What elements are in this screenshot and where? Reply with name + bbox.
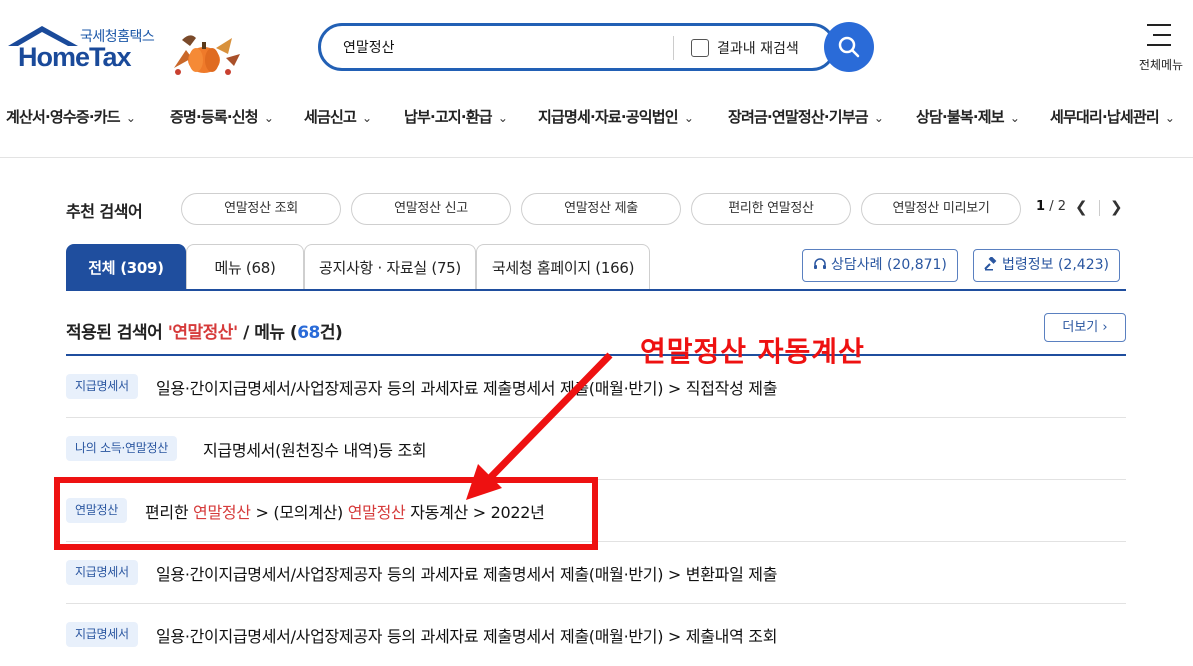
all-menu-label: 전체메뉴 bbox=[1138, 58, 1184, 72]
result-row[interactable]: 나의 소득·연말정산 지급명세서(원천징수 내역)등 조회 bbox=[66, 418, 1126, 480]
result-link[interactable]: 일용·간이지급명세서/사업장제공자 등의 과세자료 제출명세서 제출(매월·반기… bbox=[156, 375, 777, 399]
chevron-down-icon: ⌄ bbox=[1164, 111, 1175, 125]
gnb-certificate-registration[interactable]: 증명·등록·신청 ⌄ bbox=[170, 106, 274, 127]
result-row[interactable]: 지급명세서 일용·간이지급명세서/사업장제공자 등의 과세자료 제출명세서 제출… bbox=[66, 356, 1126, 418]
hamburger-icon bbox=[1147, 24, 1171, 54]
more-label: 더보기 bbox=[1062, 320, 1099, 335]
gnb-label: 계산서·영수증·카드 bbox=[6, 108, 121, 126]
gnb-invoice-receipt-card[interactable]: 계산서·영수증·카드 ⌄ bbox=[6, 106, 136, 127]
research-in-results-checkbox[interactable] bbox=[691, 39, 709, 57]
search-input[interactable] bbox=[341, 36, 661, 58]
chevron-down-icon: ⌄ bbox=[873, 111, 884, 125]
tab-underline bbox=[66, 289, 1126, 291]
chevron-down-icon: ⌄ bbox=[1009, 111, 1020, 125]
results-heading: 적용된 검색어 '연말정산' / 메뉴 (68건) bbox=[66, 318, 343, 343]
recommended-keyword[interactable]: 연말정산 미리보기 bbox=[861, 193, 1021, 225]
tab-nts-homepage[interactable]: 국세청 홈페이지 (166) bbox=[476, 244, 650, 290]
counsel-cases-label: 상담사례 (20,871) bbox=[831, 257, 947, 273]
annotation-highlight-box bbox=[54, 477, 598, 550]
gnb-tax-filing[interactable]: 세금신고 ⌄ bbox=[304, 106, 372, 127]
recommended-keyword[interactable]: 연말정산 조회 bbox=[181, 193, 341, 225]
gnb-label: 상담·불복·제보 bbox=[916, 108, 1005, 126]
result-link[interactable]: 지급명세서(원천징수 내역)등 조회 bbox=[203, 437, 427, 461]
search-divider bbox=[673, 36, 674, 60]
gnb-label: 증명·등록·신청 bbox=[170, 108, 259, 126]
gnb-payment-statement[interactable]: 지급명세·자료·공익법인 ⌄ bbox=[538, 106, 694, 127]
autumn-pumpkin-decoration bbox=[174, 35, 240, 75]
result-link[interactable]: 일용·간이지급명세서/사업장제공자 등의 과세자료 제출명세서 제출(매월·반기… bbox=[156, 561, 777, 585]
results-heading-keyword: '연말정산' bbox=[167, 323, 238, 343]
results-heading-suffix: 건) bbox=[319, 323, 343, 343]
chevron-down-icon: ⌄ bbox=[263, 111, 274, 125]
chevron-down-icon: ⌄ bbox=[497, 111, 508, 125]
law-info-label: 법령정보 (2,423) bbox=[1002, 257, 1109, 273]
pager-total: / 2 bbox=[1049, 199, 1066, 214]
results-heading-count: 68 bbox=[297, 323, 320, 343]
gnb-label: 장려금·연말정산·기부금 bbox=[728, 108, 869, 126]
result-category-tag: 지급명세서 bbox=[66, 560, 138, 585]
recommended-pager: 1 / 2 bbox=[1036, 199, 1066, 214]
result-category-tag: 지급명세서 bbox=[66, 374, 138, 399]
pager-current: 1 bbox=[1036, 199, 1046, 214]
annotation-label: 연말정산 자동계산 bbox=[640, 335, 865, 368]
gnb-label: 납부·고지·환급 bbox=[404, 108, 493, 126]
tab-all[interactable]: 전체 (309) bbox=[66, 244, 186, 290]
chevron-left-icon[interactable]: ❮ bbox=[1075, 198, 1088, 216]
gnb-incentive-yearend[interactable]: 장려금·연말정산·기부금 ⌄ bbox=[728, 106, 884, 127]
result-row[interactable]: 지급명세서 일용·간이지급명세서/사업장제공자 등의 과세자료 제출명세서 제출… bbox=[66, 604, 1126, 666]
more-button[interactable]: 더보기 › bbox=[1044, 313, 1126, 342]
gnb-label: 세무대리·납세관리 bbox=[1050, 108, 1160, 126]
gnb-payment-refund[interactable]: 납부·고지·환급 ⌄ bbox=[404, 106, 508, 127]
result-link[interactable]: 일용·간이지급명세서/사업장제공자 등의 과세자료 제출명세서 제출(매월·반기… bbox=[156, 623, 777, 647]
result-category-tag: 지급명세서 bbox=[66, 622, 138, 647]
chevron-down-icon: ⌄ bbox=[125, 111, 136, 125]
gnb-label: 지급명세·자료·공익법인 bbox=[538, 108, 679, 126]
counsel-cases-button[interactable]: 상담사례 (20,871) bbox=[802, 249, 958, 282]
headset-icon bbox=[814, 258, 826, 269]
gnb-label: 세금신고 bbox=[304, 108, 357, 126]
hometax-logo[interactable]: 국세청홈택스 HomeTax bbox=[6, 24, 166, 74]
result-row[interactable]: 지급명세서 일용·간이지급명세서/사업장제공자 등의 과세자료 제출명세서 제출… bbox=[66, 542, 1126, 604]
chevron-down-icon: ⌄ bbox=[683, 111, 694, 125]
result-category-tag: 나의 소득·연말정산 bbox=[66, 436, 177, 461]
search-icon bbox=[838, 36, 860, 58]
recommended-keyword[interactable]: 연말정산 제출 bbox=[521, 193, 681, 225]
pager-divider bbox=[1099, 200, 1100, 216]
chevron-right-icon[interactable]: ❯ bbox=[1110, 198, 1123, 216]
tab-notice-library[interactable]: 공지사항 · 자료실 (75) bbox=[304, 244, 476, 290]
logo-title: HomeTax bbox=[18, 42, 132, 72]
global-nav: 계산서·영수증·카드 ⌄ 증명·등록·신청 ⌄ 세금신고 ⌄ 납부·고지·환급 ⌄ 지급… bbox=[0, 98, 1193, 134]
results-heading-prefix: 적용된 검색어 bbox=[66, 323, 168, 343]
tab-menu[interactable]: 메뉴 (68) bbox=[186, 244, 304, 290]
gnb-consult-appeal[interactable]: 상담·불복·제보 ⌄ bbox=[916, 106, 1020, 127]
results-heading-middle: / 메뉴 ( bbox=[237, 323, 298, 343]
search-button[interactable] bbox=[824, 22, 874, 72]
recommended-title: 추천 검색어 bbox=[66, 202, 143, 221]
gnb-tax-agent[interactable]: 세무대리·납세관리 ⌄ bbox=[1050, 106, 1175, 127]
gavel-icon bbox=[984, 256, 997, 271]
search-box: 결과내 재검색 bbox=[318, 23, 836, 71]
all-menu-button[interactable]: 전체메뉴 bbox=[1133, 22, 1189, 74]
law-info-button[interactable]: 법령정보 (2,423) bbox=[973, 249, 1120, 282]
chevron-down-icon: ⌄ bbox=[362, 111, 372, 125]
header-divider bbox=[0, 157, 1193, 158]
chevron-right-icon: › bbox=[1102, 320, 1108, 335]
recommended-keyword[interactable]: 연말정산 신고 bbox=[351, 193, 511, 225]
research-in-results-label[interactable]: 결과내 재검색 bbox=[717, 38, 799, 58]
recommended-keyword[interactable]: 편리한 연말정산 bbox=[691, 193, 851, 225]
